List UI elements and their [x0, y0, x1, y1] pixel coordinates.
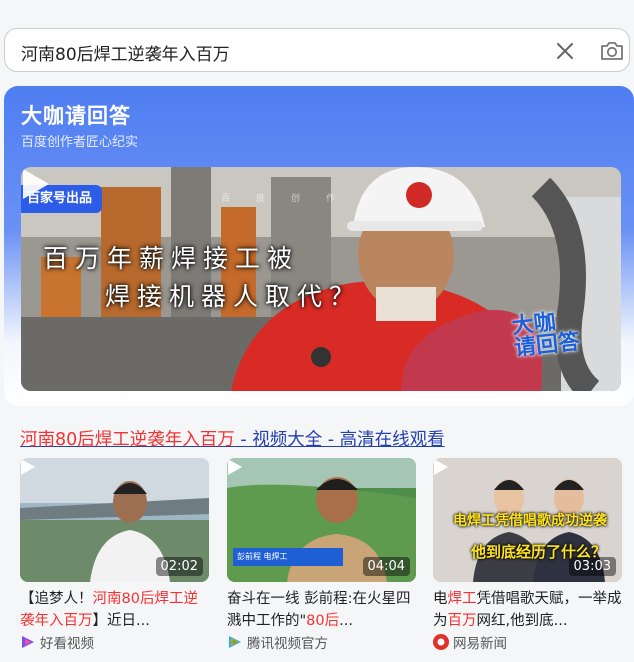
hero-video[interactable]: 百度创作者 百家号出品 百万年薪焊接工被 焊接机器人取代？ 大咖 请回答 — [21, 167, 621, 391]
search-input[interactable]: 河南80后焊工逆袭年入百万 — [21, 40, 230, 65]
hero-watermark: 百度创作者 — [221, 194, 397, 204]
video-source-2[interactable]: 腾讯视频官方 — [227, 632, 328, 652]
video-duration: 03:03 — [568, 557, 616, 576]
play-icon — [21, 459, 35, 475]
haokan-icon — [22, 636, 34, 648]
video-name-strip: 彭前程 电焊工 — [233, 548, 343, 566]
card-subtitle: 百度创作者匠心纪实 — [21, 135, 139, 150]
video-description-2[interactable]: 奋斗在一线 彭前程:在火星四溅中工作的"80后... — [227, 588, 419, 632]
video-overlay-caption: 电焊工凭借唱歌成功逆袭 — [453, 513, 607, 529]
video-thumbnail-2[interactable]: 彭前程 电焊工 04:04 — [227, 458, 416, 582]
dakaqinghuida-logo: 大咖 请回答 — [510, 309, 582, 362]
camera-icon[interactable] — [599, 38, 625, 64]
card-title: 大咖请回答 — [21, 104, 131, 128]
video-duration: 02:02 — [155, 557, 203, 576]
video-thumbnail-1[interactable]: 02:02 — [20, 458, 209, 582]
result-title-link[interactable]: 河南80后焊工逆袭年入百万 - 视频大全 - 高清在线观看 — [20, 426, 445, 451]
search-bar[interactable]: 河南80后焊工逆袭年入百万 — [4, 28, 630, 72]
play-icon — [228, 459, 242, 475]
answer-card: 大咖请回答 百度创作者匠心纪实 百度创作者 百家号出品 百万年薪焊接工被 焊接机… — [4, 86, 634, 406]
tencent-video-icon — [229, 636, 241, 648]
video-duration: 04:04 — [362, 557, 410, 576]
play-icon[interactable] — [21, 167, 51, 201]
video-source-1[interactable]: 好看视频 — [20, 632, 94, 652]
play-icon — [434, 459, 448, 475]
video-thumbnail-3[interactable]: 电焊工凭借唱歌成功逆袭 他到底经历了什么？ 03:03 — [433, 458, 622, 582]
close-icon[interactable] — [553, 39, 577, 63]
video-description-3[interactable]: 电焊工凭借唱歌天赋，一举成为百万网红,他到底... — [433, 588, 625, 632]
video-source-3[interactable]: 网易新闻 — [433, 632, 507, 652]
hero-caption-line1: 百万年薪焊接工被 — [43, 244, 300, 273]
netease-icon — [433, 634, 449, 650]
hero-caption-line2: 焊接机器人取代？ — [105, 282, 362, 311]
video-description-1[interactable]: 【追梦人！河南80后焊工逆袭年入百万】近日... — [20, 588, 212, 632]
